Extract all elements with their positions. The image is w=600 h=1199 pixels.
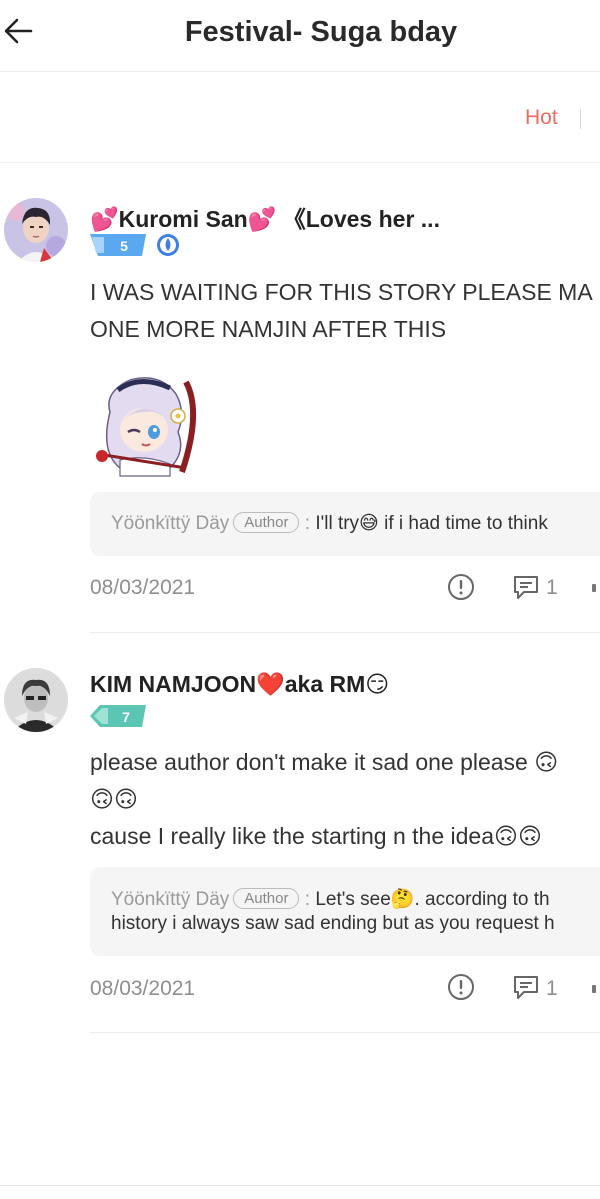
level-number: 7 xyxy=(122,709,130,725)
level-badge: 5 xyxy=(90,234,146,256)
report-icon[interactable] xyxy=(447,573,475,601)
reply-line: Yöönkïttÿ Däy Author : I'll try😅 if i had… xyxy=(111,512,548,535)
comment-text-line: 🙃🙃 xyxy=(90,786,138,812)
reply-icon[interactable] xyxy=(512,573,540,601)
reply-separator: : xyxy=(304,513,311,534)
reply-count: 1 xyxy=(546,977,558,1000)
avatar[interactable] xyxy=(4,198,68,262)
author-tag: Author xyxy=(233,512,300,533)
anime-girl-sticker xyxy=(90,372,205,480)
reply-icon[interactable] xyxy=(512,973,540,1001)
comment-separator xyxy=(90,1032,600,1033)
water-drop-badge-icon xyxy=(157,234,179,256)
comment-text-line: ONE MORE NAMJIN AFTER THIS xyxy=(90,316,447,342)
author-tag: Author xyxy=(233,888,300,909)
page-title: Festival- Suga bday xyxy=(184,16,458,48)
level-number: 5 xyxy=(120,238,128,254)
more-icon[interactable] xyxy=(592,979,600,999)
more-icon[interactable] xyxy=(592,578,600,598)
author-reply-box[interactable]: Yöönkïttÿ Däy Author : I'll try😅 if i had… xyxy=(90,492,600,556)
sort-tab-hot[interactable]: Hot xyxy=(525,106,558,130)
avatar[interactable] xyxy=(4,668,68,732)
bottom-divider xyxy=(0,1185,600,1186)
comment-text-line: please author don't make it sad one plea… xyxy=(90,749,559,775)
username[interactable]: KIM NAMJOON❤️aka RM😏 xyxy=(90,671,389,698)
reply-author-name[interactable]: Yöönkïttÿ Däy xyxy=(111,513,229,534)
top-bar: Festival- Suga bday xyxy=(0,0,600,72)
reply-line: history i always saw sad ending but as y… xyxy=(111,913,555,934)
comment-text-line: cause I really like the starting n the i… xyxy=(90,823,542,849)
reply-text: I'll try😅 if i had time to think xyxy=(315,513,548,534)
reply-line: Yöönkïttÿ Däy Author : Let's see🤔. accord… xyxy=(111,887,550,911)
reply-separator: : xyxy=(304,889,311,910)
comment-date: 08/03/2021 xyxy=(90,576,196,599)
level-badge: 7 xyxy=(90,705,146,727)
author-reply-box[interactable]: Yöönkïttÿ Däy Author : Let's see🤔. accord… xyxy=(90,867,600,956)
reply-text: Let's see🤔. according to th xyxy=(315,889,550,910)
sort-bar: Hot xyxy=(0,73,600,163)
sort-divider xyxy=(580,109,581,129)
comment-date: 08/03/2021 xyxy=(90,977,196,1000)
reply-author-name[interactable]: Yöönkïttÿ Däy xyxy=(111,889,229,910)
username[interactable]: 💕Kuromi San💕 《Loves her ... xyxy=(90,200,440,234)
report-icon[interactable] xyxy=(447,973,475,1001)
reply-count: 1 xyxy=(546,576,558,599)
comment-text-line: I WAS WAITING FOR THIS STORY PLEASE MA xyxy=(90,279,593,305)
comment-separator xyxy=(90,632,600,633)
